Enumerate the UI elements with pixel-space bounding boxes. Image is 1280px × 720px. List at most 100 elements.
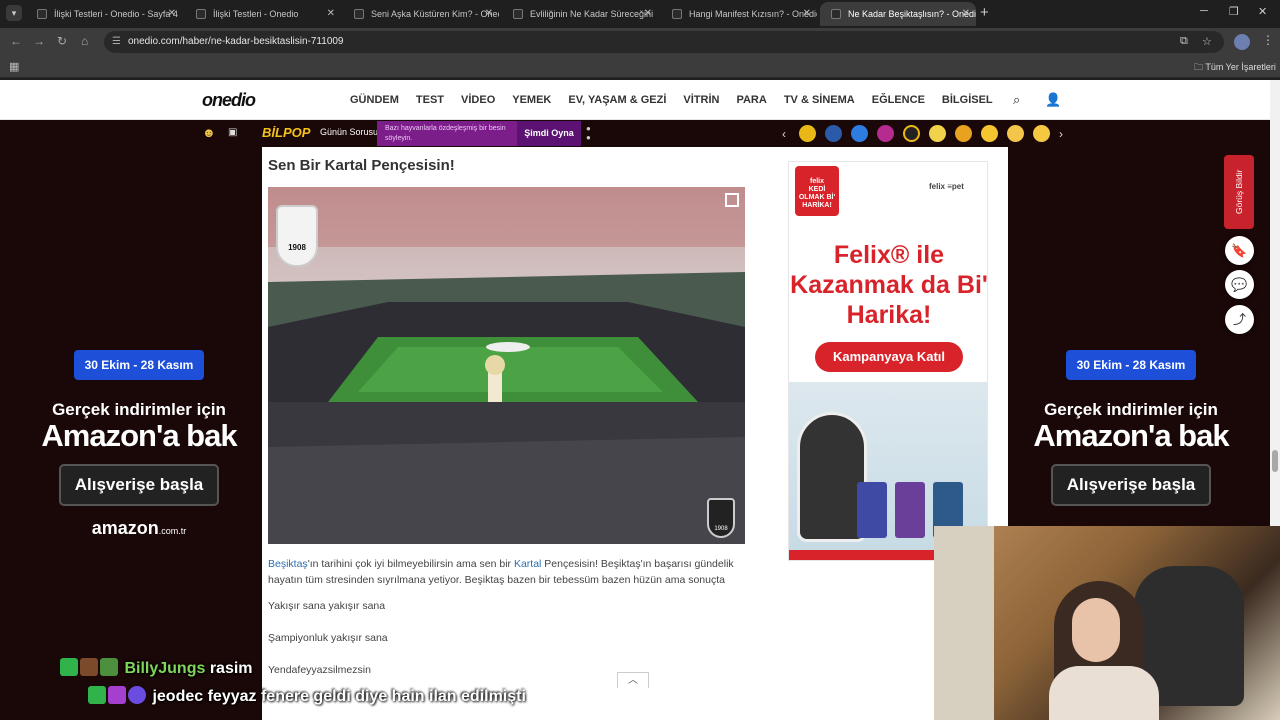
onedio-favicon — [354, 9, 364, 19]
bookmark-plus-icon[interactable]: 🔖 — [1225, 236, 1254, 265]
menu-item-gundem[interactable]: GÜNDEM — [350, 80, 399, 120]
emoji-icon[interactable] — [929, 125, 946, 142]
lyric-line: Yakışır sana yakışır sana — [268, 600, 386, 612]
bilpop-logo[interactable]: BİLPOP — [262, 125, 310, 140]
install-app-icon[interactable]: ⧉ — [1180, 35, 1188, 48]
felix-ad-header: felix KEDİ OLMAK Bİ' HARİKA! felix ≡pet — [789, 162, 987, 232]
forward-icon[interactable]: → — [33, 34, 45, 48]
chevron-left-icon[interactable]: ‹ — [782, 127, 790, 141]
bilpop-bar: ☻ ▣ BİLPOP Günün Sorusu Bazı hayvanlarla… — [0, 120, 1270, 147]
home-icon[interactable]: ⌂ — [81, 34, 88, 48]
apps-grid-icon[interactable]: ▦ — [9, 60, 19, 73]
scroll-thumb[interactable] — [1272, 450, 1278, 472]
amazon-shop-button[interactable]: Alışverişe başla — [1050, 464, 1212, 506]
webcam-person-face — [1072, 598, 1120, 662]
tab-evlilik[interactable]: Evliliğinin Ne Kadar Süreceğini ✕ — [502, 2, 658, 26]
tab-title: Seni Aşka Küstüren Kim? - Onedio — [371, 9, 499, 19]
tab-iliski-testleri-4[interactable]: İlişki Testleri - Onedio - Sayfa 4 ✕ — [26, 2, 182, 26]
new-tab-button[interactable]: + — [980, 4, 989, 21]
menu-item-para[interactable]: PARA — [736, 80, 766, 120]
amazon-logo-suffix: .com.tr — [158, 526, 187, 536]
close-icon[interactable]: ✕ — [962, 2, 970, 26]
more-dots-icon[interactable]: ● ● — [586, 124, 591, 142]
folder-icon: 🗀 — [1194, 62, 1206, 72]
reload-icon[interactable]: ↻ — [57, 34, 67, 48]
badge-icon[interactable] — [877, 125, 894, 142]
chevron-right-icon[interactable]: › — [1059, 127, 1067, 141]
rank-badge-icon — [108, 686, 126, 704]
menu-item-test[interactable]: TEST — [416, 80, 444, 120]
close-window-icon[interactable]: ✕ — [1258, 5, 1267, 18]
badge-icon[interactable] — [825, 125, 842, 142]
close-icon[interactable]: ✕ — [327, 2, 335, 26]
emoji-icon[interactable] — [955, 125, 972, 142]
close-icon[interactable]: ✕ — [644, 2, 652, 26]
tab-title: Ne Kadar Beşiktaşlısın? - Onedio — [848, 9, 976, 19]
question-text[interactable]: Bazı hayvanlarla özdeşleşmiş bir besin s… — [377, 121, 517, 146]
share-icon[interactable]: ⤴ — [1225, 305, 1254, 334]
bookmark-star-icon[interactable]: ☆ — [1202, 35, 1212, 48]
product-pack — [895, 482, 925, 538]
amazon-line1: Gerçek indirimler için — [1044, 400, 1218, 419]
link-besiktas[interactable]: Beşiktaş — [268, 558, 308, 570]
tab-manifest[interactable]: Hangi Manifest Kızısın? - Onedio ✕ — [661, 2, 817, 26]
close-icon[interactable]: ✕ — [168, 2, 176, 26]
tab-title: Evliliğinin Ne Kadar Süreceğini — [530, 9, 654, 19]
link-kartal[interactable]: Kartal — [514, 558, 541, 570]
sad-emoji-icon[interactable] — [1007, 125, 1024, 142]
onedio-favicon — [196, 9, 206, 19]
amazon-ad-right[interactable]: 30 Ekim - 28 Kasım Gerçek indirimler içi… — [1001, 350, 1261, 506]
result-title: Sen Bir Kartal Pençesisin! — [268, 157, 455, 174]
menu-item-ev-yasam-gezi[interactable]: EV, YAŞAM & GEZİ — [568, 80, 666, 120]
tab-iliski-testleri[interactable]: İlişki Testleri - Onedio ✕ — [185, 2, 341, 26]
menu-item-eglence[interactable]: EĞLENCE — [872, 80, 925, 120]
amazon-shop-button[interactable]: Alışverişe başla — [58, 464, 220, 506]
menu-item-tv-sinema[interactable]: TV & SİNEMA — [784, 80, 855, 120]
amazon-line1: Gerçek indirimler için — [52, 400, 226, 419]
amazon-logo-text: amazon — [91, 518, 159, 538]
browser-toolbar: ← → ↻ ⌂ ☰ onedio.com/haber/ne-kadar-besi… — [0, 28, 1280, 56]
tab-besiktasli[interactable]: Ne Kadar Beşiktaşlısın? - Onedio ✕ — [820, 2, 976, 26]
profile-avatar[interactable] — [1234, 34, 1250, 50]
menu-item-yemek[interactable]: YEMEK — [512, 80, 551, 120]
tab-search-button[interactable]: ▾ — [6, 5, 22, 21]
menu-item-video[interactable]: VİDEO — [461, 80, 495, 120]
badge-icon[interactable] — [903, 125, 920, 142]
minimize-icon[interactable]: ─ — [1200, 5, 1208, 17]
feedback-button[interactable]: Görüş Bildir — [1224, 155, 1254, 229]
laugh-emoji-icon[interactable] — [1033, 125, 1050, 142]
play-now-button[interactable]: Şimdi Oyna — [517, 121, 581, 146]
card-icon[interactable]: ▣ — [228, 127, 237, 138]
campaign-join-button[interactable]: Kampanyaya Katıl — [815, 342, 963, 372]
all-bookmarks-folder[interactable]: 🗀 Tüm Yer İşaretleri — [1194, 60, 1276, 76]
search-icon[interactable]: ⌕ — [1013, 92, 1020, 108]
site-info-icon[interactable]: ☰ — [112, 36, 121, 47]
address-bar[interactable]: ☰ onedio.com/haber/ne-kadar-besiktaslisi… — [104, 31, 1224, 53]
tab-title: İlişki Testleri - Onedio — [213, 9, 299, 19]
bookmarks-bar: ▦ 🗀 Tüm Yer İşaretleri — [0, 56, 1280, 78]
menu-item-bilgisel[interactable]: BİLGİSEL — [942, 80, 993, 120]
expand-icon[interactable]: . — [725, 193, 739, 207]
felix-ad[interactable]: felix KEDİ OLMAK Bİ' HARİKA! felix ≡pet F… — [788, 161, 988, 561]
para-text: 'ın tarihini çok iyi bilmeyebilirsin ama… — [307, 558, 514, 570]
amazon-ad-left[interactable]: 30 Ekim - 28 Kasım Gerçek indirimler içi… — [9, 350, 269, 539]
badge-icon[interactable] — [851, 125, 868, 142]
restore-icon[interactable]: ❐ — [1229, 5, 1239, 18]
close-icon[interactable]: ✕ — [803, 2, 811, 26]
heart-eyes-emoji-icon[interactable] — [981, 125, 998, 142]
question-of-day-label: Günün Sorusu — [320, 127, 379, 137]
menu-kebab-icon[interactable]: ⋮ — [1262, 33, 1274, 47]
menu-item-vitrin[interactable]: VİTRİN — [683, 80, 719, 120]
back-icon[interactable]: ← — [10, 34, 22, 48]
tab-title: İlişki Testleri - Onedio - Sayfa 4 — [54, 9, 178, 19]
bilpop-mascot-icon[interactable]: ☻ — [202, 125, 216, 140]
onedio-favicon — [672, 9, 682, 19]
user-icon[interactable]: 👤 — [1045, 92, 1061, 108]
close-icon[interactable]: ✕ — [485, 2, 493, 26]
tab-aska-kusturen[interactable]: Seni Aşka Küstüren Kim? - Onedio ✕ — [343, 2, 499, 26]
amazon-date-pill: 30 Ekim - 28 Kasım — [73, 350, 205, 380]
badge-icon[interactable] — [799, 125, 816, 142]
felix-badge: KEDİ OLMAK Bİ' HARİKA! — [798, 186, 836, 209]
onedio-logo[interactable]: onedio — [202, 90, 256, 111]
comments-icon[interactable]: 💬 — [1225, 270, 1254, 299]
